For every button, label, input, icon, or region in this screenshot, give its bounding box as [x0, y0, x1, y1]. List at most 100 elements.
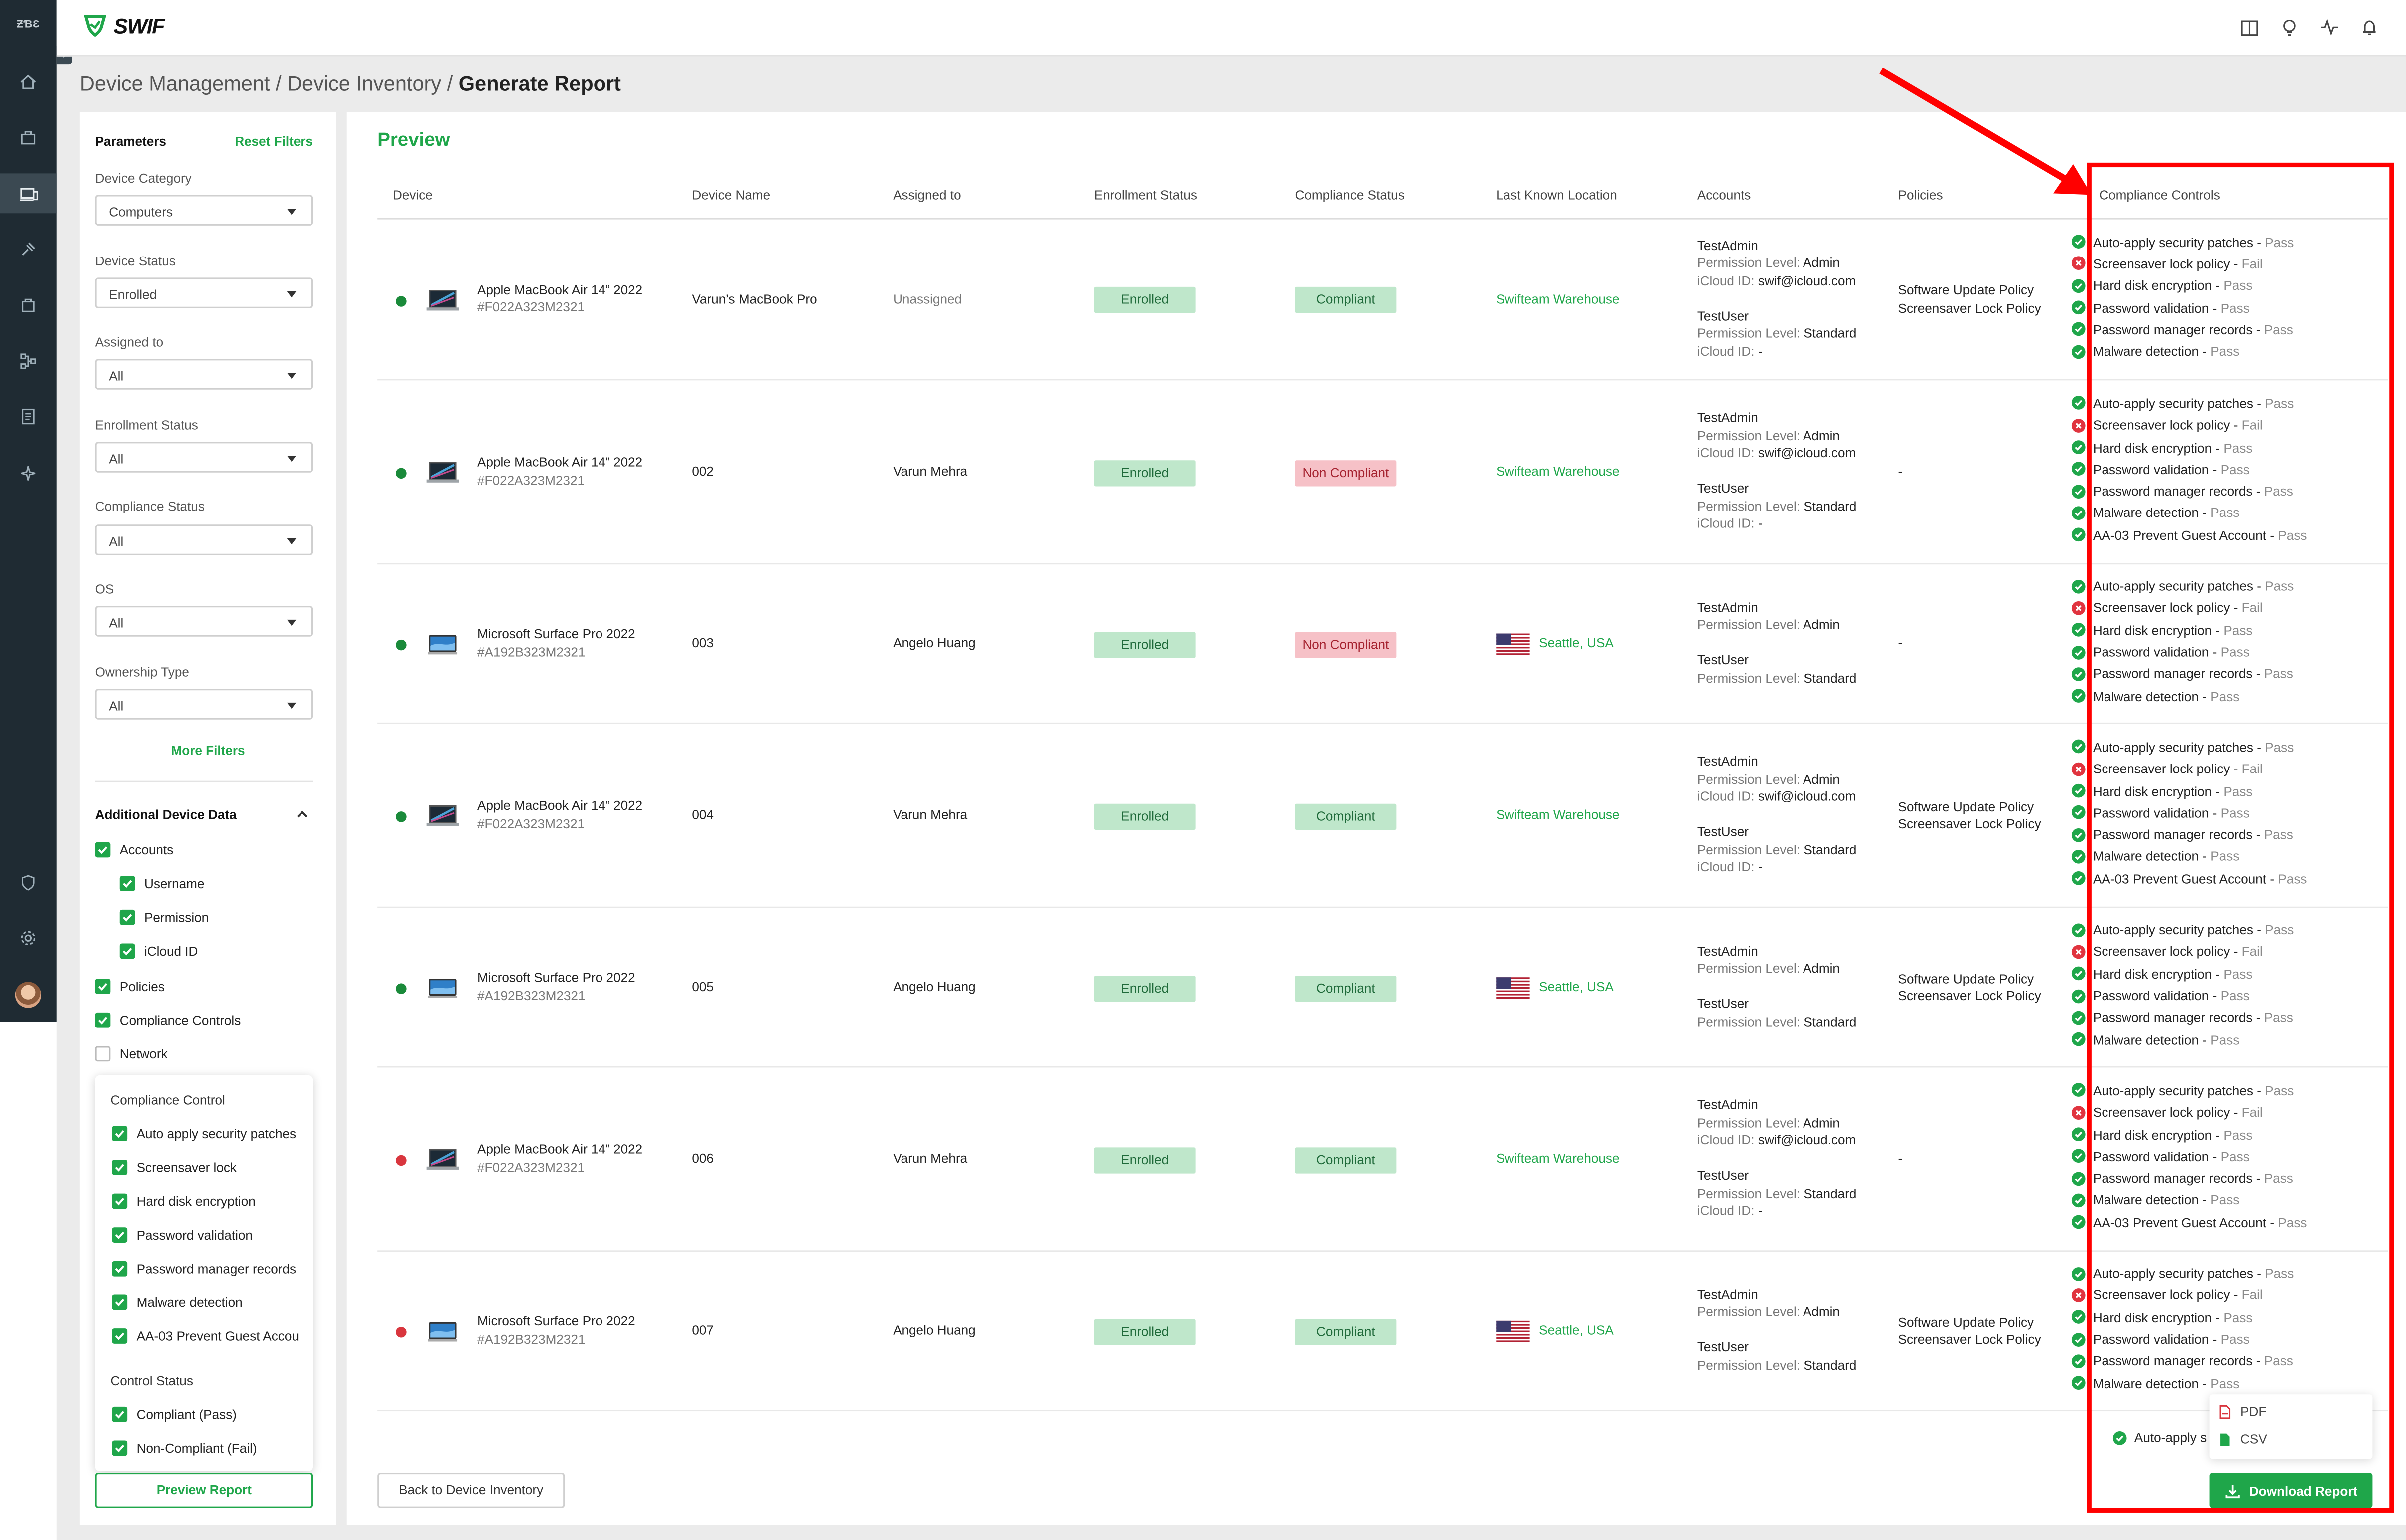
- device-cell[interactable]: Microsoft Surface Pro 2022 #A192B323M2321: [477, 626, 635, 661]
- chevron-down-icon: [287, 619, 297, 626]
- network-icon[interactable]: [15, 348, 41, 374]
- preview-report-button[interactable]: Preview Report: [95, 1473, 313, 1508]
- enrollment-status-badge: Enrolled: [1094, 286, 1196, 313]
- cc-malware-detection[interactable]: Malware detection: [112, 1294, 243, 1310]
- status-compliant[interactable]: Compliant (Pass): [112, 1406, 237, 1422]
- bag-icon[interactable]: [15, 291, 41, 317]
- account-block: TestAdmin Permission Level: Admin iCloud I…: [1697, 410, 1857, 463]
- checkbox-icloud-id[interactable]: iCloud ID: [119, 943, 198, 959]
- device-name: Varun’s MacBook Pro: [692, 290, 817, 306]
- icloud-value: swif@icloud.com: [1758, 1132, 1856, 1148]
- device-cell[interactable]: Apple MacBook Air 14” 2022 #F022A323M2321: [477, 281, 642, 317]
- permission-label: Permission Level:: [1697, 1114, 1803, 1130]
- back-to-device-inventory-button[interactable]: Back to Device Inventory: [377, 1473, 565, 1508]
- col-assigned-to[interactable]: Assigned to: [893, 187, 961, 203]
- top-icon-group: [2237, 15, 2382, 40]
- cc-screensaver-lock[interactable]: Screensaver lock: [112, 1159, 237, 1175]
- swif-logo[interactable]: SWIF: [83, 14, 165, 38]
- us-flag-icon: [1496, 977, 1530, 999]
- checkbox-compliance-controls[interactable]: Compliance Controls: [95, 1012, 241, 1028]
- table-row[interactable]: Microsoft Surface Pro 2022 #A192B323M2321…: [377, 908, 2388, 1068]
- pass-check-icon: [2071, 396, 2086, 411]
- location-link[interactable]: Swifteam Warehouse: [1496, 1151, 1619, 1168]
- enrollment-status-select[interactable]: All: [95, 442, 313, 473]
- sparkle-icon[interactable]: [15, 460, 41, 486]
- table-row[interactable]: Microsoft Surface Pro 2022 #A192B323M2321…: [377, 1252, 2388, 1412]
- col-last-known-location[interactable]: Last Known Location: [1496, 187, 1617, 203]
- bell-icon[interactable]: [2357, 15, 2382, 40]
- location-link[interactable]: Swifteam Warehouse: [1496, 807, 1619, 824]
- toolbox-icon[interactable]: [15, 124, 41, 150]
- additional-device-data-title[interactable]: Additional Device Data: [95, 807, 237, 822]
- pass-check-icon: [2071, 827, 2086, 842]
- shield-lock-icon[interactable]: [15, 870, 41, 896]
- permission-value: Standard: [1804, 325, 1857, 341]
- filter-label-compliance-status: Compliance Status: [95, 499, 205, 514]
- permission-line: Permission Level: Standard: [1697, 1014, 1857, 1031]
- checkbox-label: Auto apply security patches: [136, 1126, 297, 1142]
- location-link[interactable]: Swifteam Warehouse: [1496, 291, 1619, 308]
- col-device[interactable]: Device: [393, 187, 433, 203]
- location-link[interactable]: Seattle, USA: [1539, 635, 1614, 653]
- cc-auto-apply[interactable]: Auto apply security patches: [112, 1126, 297, 1142]
- chevron-up-icon[interactable]: [295, 807, 310, 822]
- checkbox-accounts[interactable]: Accounts: [95, 842, 173, 858]
- reset-filters-link[interactable]: Reset Filters: [235, 133, 313, 149]
- report-icon[interactable]: [15, 403, 41, 429]
- cc-password-manager[interactable]: Password manager records: [112, 1261, 296, 1277]
- icloud-value: swif@icloud.com: [1758, 788, 1856, 804]
- cc-password-validation[interactable]: Password validation: [112, 1227, 253, 1243]
- more-filters-link[interactable]: More Filters: [80, 743, 336, 758]
- device-cell[interactable]: Microsoft Surface Pro 2022 #A192B323M2321: [477, 1313, 635, 1348]
- pass-check-icon: [2071, 1083, 2086, 1098]
- location-link[interactable]: Seattle, USA: [1539, 1322, 1614, 1340]
- table-row[interactable]: Microsoft Surface Pro 2022 #A192B323M2321…: [377, 564, 2388, 724]
- compliance-status-select[interactable]: All: [95, 524, 313, 555]
- col-compliance-status[interactable]: Compliance Status: [1295, 187, 1404, 203]
- book-icon[interactable]: [2237, 15, 2262, 40]
- checkbox-label: Non-Compliant (Fail): [136, 1440, 257, 1456]
- avatar[interactable]: [15, 982, 41, 1008]
- tablet-icon: [427, 1321, 459, 1342]
- cc-hard-disk[interactable]: Hard disk encryption: [112, 1193, 256, 1209]
- gavel-icon[interactable]: [15, 236, 41, 262]
- device-cell[interactable]: Apple MacBook Air 14” 2022 #F022A323M2321: [477, 797, 642, 833]
- checkbox-checked-icon: [112, 1406, 128, 1422]
- checkbox-username[interactable]: Username: [119, 876, 205, 891]
- gear-icon[interactable]: [15, 925, 41, 951]
- checkbox-policies[interactable]: Policies: [95, 979, 165, 994]
- col-accounts[interactable]: Accounts: [1697, 187, 1751, 203]
- os-select[interactable]: All: [95, 606, 313, 637]
- device-cell[interactable]: Apple MacBook Air 14” 2022 #F022A323M2321: [477, 454, 642, 490]
- table-row[interactable]: Apple MacBook Air 14” 2022 #F022A323M2321…: [377, 380, 2388, 565]
- ownership-type-select[interactable]: All: [95, 689, 313, 720]
- status-non-compliant[interactable]: Non-Compliant (Fail): [112, 1440, 257, 1456]
- home-icon[interactable]: [15, 69, 41, 95]
- device-cell[interactable]: Microsoft Surface Pro 2022 #A192B323M2321: [477, 970, 635, 1005]
- activity-icon[interactable]: [2317, 15, 2342, 40]
- table-row[interactable]: Apple MacBook Air 14” 2022 #F022A323M2321…: [377, 724, 2388, 908]
- col-device-name[interactable]: Device Name: [692, 187, 770, 203]
- assigned-to-select[interactable]: All: [95, 359, 313, 390]
- col-enrollment-status[interactable]: Enrollment Status: [1094, 187, 1197, 203]
- table-row[interactable]: Apple MacBook Air 14” 2022 #F022A323M2321…: [377, 220, 2388, 381]
- bulb-icon[interactable]: [2277, 15, 2302, 40]
- table-row[interactable]: Apple MacBook Air 14” 2022 #F022A323M2321…: [377, 1068, 2388, 1252]
- icloud-label: iCloud ID:: [1697, 272, 1758, 288]
- devices-icon[interactable]: [0, 173, 57, 214]
- checkbox-permission[interactable]: Permission: [119, 909, 209, 925]
- location-link[interactable]: Swifteam Warehouse: [1496, 463, 1619, 481]
- location-link[interactable]: Seattle, USA: [1539, 979, 1614, 996]
- policies-cell: -: [1898, 1151, 1903, 1168]
- permission-label: Permission Level:: [1697, 427, 1803, 443]
- cc-prevent-guest[interactable]: AA-03 Prevent Guest Accou: [112, 1328, 299, 1344]
- device-cell[interactable]: Apple MacBook Air 14” 2022 #F022A323M2321: [477, 1141, 642, 1177]
- status-dot: [396, 639, 407, 651]
- breadcrumb-path[interactable]: Device Management / Device Inventory /: [80, 72, 459, 95]
- permission-line: Permission Level: Standard: [1697, 841, 1857, 859]
- device-category-select[interactable]: Computers: [95, 195, 313, 226]
- checkbox-network[interactable]: Network: [95, 1046, 168, 1062]
- device-status-select[interactable]: Enrolled: [95, 277, 313, 308]
- chevron-down-icon: [287, 455, 297, 462]
- permission-label: Permission Level:: [1697, 770, 1803, 786]
